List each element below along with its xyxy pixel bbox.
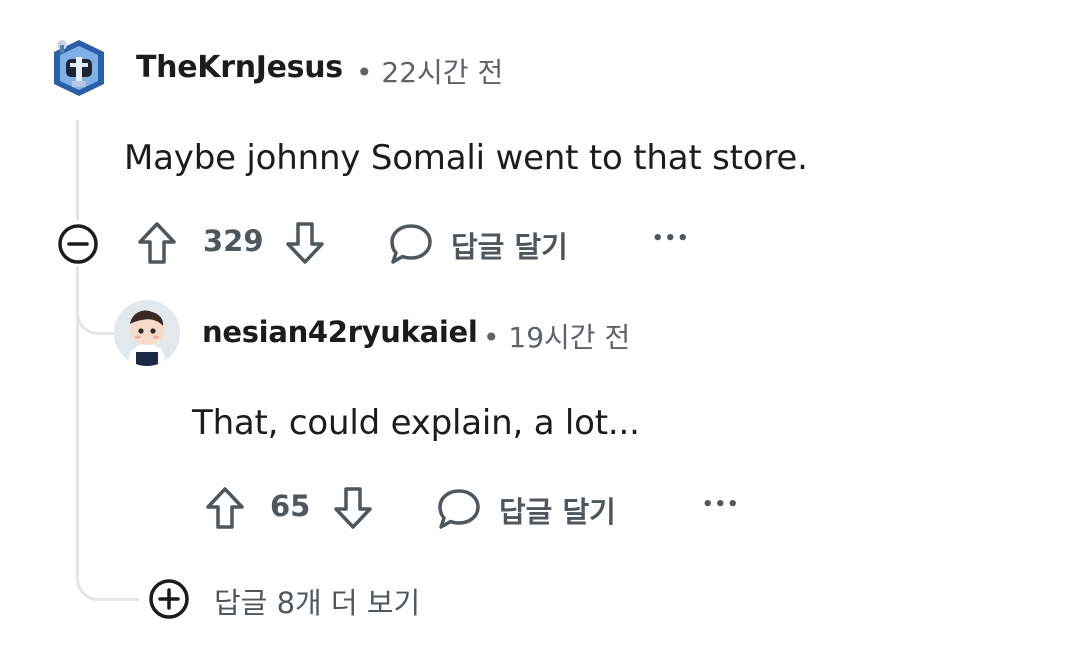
- comment-timestamp: • 22시간 전: [356, 56, 504, 89]
- upvote-button[interactable]: [204, 485, 246, 531]
- speech-bubble-icon: [438, 489, 480, 529]
- reply-button[interactable]: [388, 222, 434, 266]
- downvote-button[interactable]: [332, 485, 374, 531]
- minus-circle-icon: [58, 224, 98, 264]
- reply-button[interactable]: [436, 487, 482, 531]
- plus-circle-icon: [149, 579, 189, 619]
- arrow-up-icon: [138, 222, 176, 264]
- comment-timestamp: • 19시간 전: [483, 321, 631, 354]
- more-options-button[interactable]: •••: [652, 228, 690, 249]
- vote-score: 65: [270, 489, 311, 523]
- thread-line-main: [76, 120, 79, 220]
- collapse-thread-button[interactable]: [57, 223, 99, 265]
- arrow-down-icon: [286, 222, 324, 264]
- more-replies-connector: [76, 560, 139, 601]
- comment-body: Maybe johnny Somali went to that store.: [124, 138, 808, 178]
- comment-author[interactable]: TheKrnJesus: [136, 50, 343, 85]
- comment-author[interactable]: nesian42ryukaiel: [202, 315, 478, 349]
- reply-connector: [76, 290, 115, 335]
- expand-replies-button[interactable]: [148, 578, 190, 620]
- arrow-down-icon: [334, 487, 372, 529]
- vote-score: 329: [203, 224, 264, 258]
- arrow-up-icon: [206, 487, 244, 529]
- avatar[interactable]: [114, 300, 180, 366]
- upvote-button[interactable]: [136, 220, 178, 266]
- downvote-button[interactable]: [284, 220, 326, 266]
- more-replies-link[interactable]: 답글 8개 더 보기: [214, 580, 420, 622]
- reply-label[interactable]: 답글 달기: [451, 224, 568, 266]
- speech-bubble-icon: [390, 224, 432, 264]
- comment-body: That, could explain, a lot...: [192, 403, 640, 443]
- robot-knight-avatar-icon: [54, 40, 104, 96]
- more-options-button[interactable]: •••: [702, 494, 740, 515]
- reply-label[interactable]: 답글 달기: [499, 489, 616, 531]
- avatar[interactable]: [50, 37, 108, 99]
- snoo-avatar-icon: [114, 300, 180, 366]
